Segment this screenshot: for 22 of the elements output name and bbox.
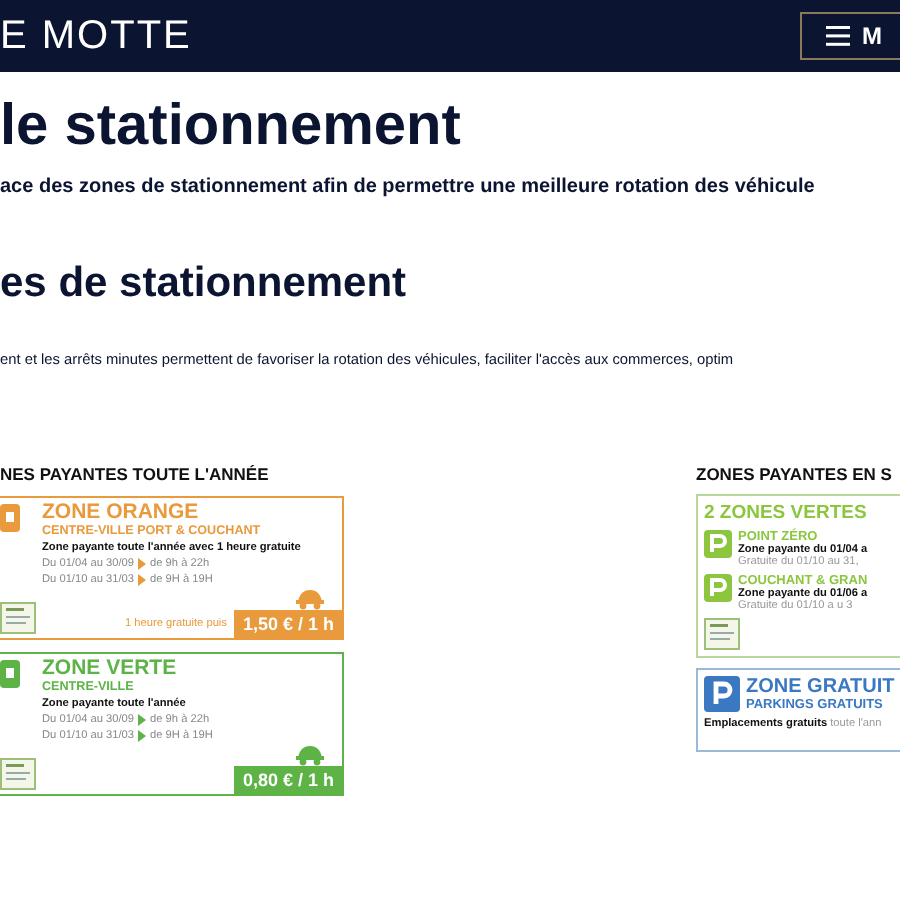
menu-icon bbox=[826, 26, 850, 46]
menu-button[interactable]: M bbox=[800, 12, 900, 60]
price-tag: 0,80 € / 1 h bbox=[234, 766, 342, 794]
parking-icon bbox=[704, 676, 740, 712]
sticker-drawing bbox=[704, 618, 740, 650]
panel-heading: ZONES PAYANTES EN S bbox=[696, 464, 894, 484]
price-tag: 1,50 € / 1 h bbox=[234, 610, 342, 638]
car-icon bbox=[294, 588, 326, 610]
parking-icon bbox=[704, 574, 732, 602]
parking-icon bbox=[704, 530, 732, 558]
panel-heading: NES PAYANTES TOUTE L'ANNÉE bbox=[0, 464, 271, 484]
intro-text: ace des zones de stationnement afin de permettre une meilleure rotation des véhicule bbox=[0, 176, 817, 198]
sticker-drawing bbox=[0, 602, 36, 634]
sticker-drawing bbox=[0, 758, 36, 790]
site-logo[interactable]: E MOTTE bbox=[0, 13, 192, 59]
car-icon bbox=[294, 744, 326, 766]
zone-panel-title: 2 ZONES VERTES bbox=[704, 502, 869, 524]
section-title: es de stationnement bbox=[0, 258, 409, 310]
zone-name: ZONE GRATUIT bbox=[746, 676, 895, 698]
zone-name: ZONE VERTE bbox=[42, 658, 179, 680]
page-title: le stationnement bbox=[0, 92, 463, 160]
zone-name: ZONE ORANGE bbox=[42, 502, 201, 524]
